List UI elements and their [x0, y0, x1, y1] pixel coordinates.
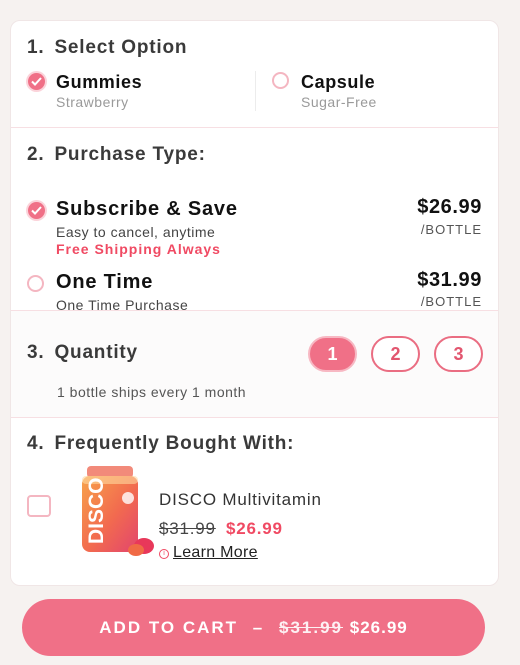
product-old-price: $31.99	[159, 519, 216, 538]
free-shipping-note: Free Shipping Always	[56, 241, 221, 257]
section-number: 4.	[27, 433, 45, 454]
product-options-card: 1. Select Option Gummies Strawberry Capsu…	[10, 20, 499, 586]
option-divider	[255, 71, 256, 111]
one-time-price: $31.99	[417, 269, 482, 291]
quantity-3-button[interactable]: 3	[434, 336, 483, 372]
vitamin-bottle-image: DISCO	[82, 466, 154, 556]
one-time-label[interactable]: One Time	[56, 271, 153, 294]
section-title: Frequently Bought With:	[54, 433, 295, 454]
check-icon	[31, 77, 42, 86]
learn-more-text[interactable]: Learn More	[173, 544, 258, 561]
cta-separator: –	[252, 618, 265, 637]
cta-old-price: $31.99	[279, 618, 343, 637]
add-to-cart-label: ADD TO CART	[99, 618, 239, 637]
section-title: Purchase Type:	[54, 144, 206, 165]
subscribe-price: $26.99	[417, 196, 482, 218]
section-title: Select Option	[54, 37, 188, 58]
gummies-label[interactable]: Gummies	[56, 72, 142, 93]
capsule-radio[interactable]	[272, 72, 289, 89]
one-time-per: /BOTTLE	[420, 294, 482, 309]
product-new-price: $26.99	[226, 519, 283, 538]
section-number: 3.	[27, 342, 45, 363]
gummies-radio[interactable]	[28, 73, 45, 90]
frequently-bought-heading: 4. Frequently Bought With:	[27, 433, 294, 455]
section-title: Quantity	[54, 342, 138, 363]
select-option-heading: 1. Select Option	[27, 37, 187, 59]
quantity-2-button[interactable]: 2	[371, 336, 420, 372]
info-icon: i	[159, 549, 169, 559]
check-icon	[31, 206, 42, 215]
add-to-cart-button[interactable]: ADD TO CART – $31.99 $26.99	[22, 599, 485, 656]
select-option-section: 1. Select Option Gummies Strawberry Capsu…	[11, 21, 498, 128]
subscribe-radio[interactable]	[28, 202, 45, 219]
one-time-radio[interactable]	[27, 275, 44, 292]
purchase-type-section: 2. Purchase Type: Subscribe & Save Easy t…	[11, 128, 498, 313]
capsule-label[interactable]: Capsule	[301, 72, 375, 93]
shipping-frequency-note: 1 bottle ships every 1 month	[57, 384, 247, 400]
brand-text: DISCO	[85, 477, 108, 544]
gummies-sub: Strawberry	[56, 94, 129, 110]
add-multivitamin-checkbox[interactable]	[27, 495, 51, 517]
learn-more-link[interactable]: i Learn More	[159, 544, 258, 562]
subscribe-label[interactable]: Subscribe & Save	[56, 198, 238, 221]
subscribe-sub: Easy to cancel, anytime	[56, 224, 216, 240]
quantity-section: 3. Quantity 1 2 3 1 bottle ships every 1 …	[11, 311, 498, 418]
section-number: 1.	[27, 37, 45, 58]
product-name: DISCO Multivitamin	[159, 490, 322, 509]
quantity-heading: 3. Quantity	[27, 342, 138, 364]
capsule-sub: Sugar-Free	[301, 94, 377, 110]
subscribe-per: /BOTTLE	[420, 222, 482, 237]
frequently-bought-section: 4. Frequently Bought With: DISCO DISCO Mu…	[11, 418, 498, 585]
cta-new-price: $26.99	[349, 618, 408, 637]
section-number: 2.	[27, 144, 45, 165]
quantity-1-button[interactable]: 1	[308, 336, 357, 372]
purchase-type-heading: 2. Purchase Type:	[27, 144, 206, 166]
